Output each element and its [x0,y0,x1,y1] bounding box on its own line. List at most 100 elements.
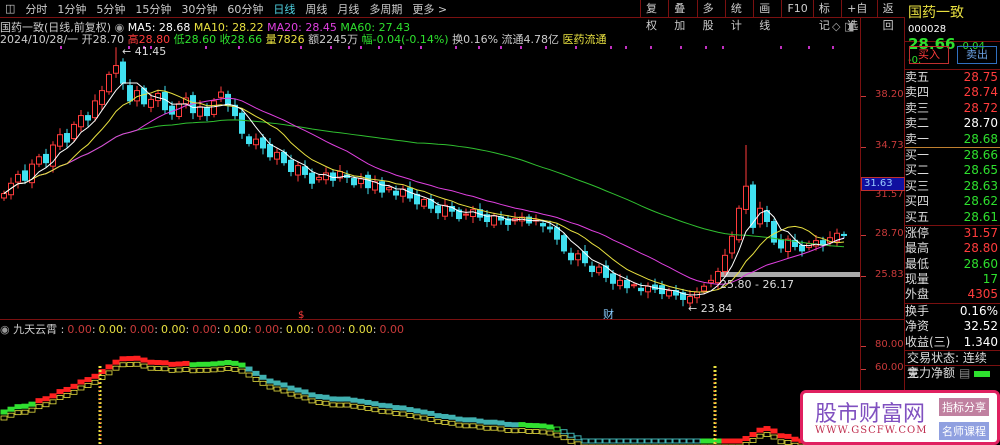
candle-body [379,181,385,193]
indicator-block [777,433,785,439]
detail-icon[interactable]: ▤ [959,366,970,380]
indicator-block [763,426,771,432]
indicator-box [420,415,428,421]
candle-body [743,185,749,210]
period-tab[interactable]: 分时 [20,1,52,17]
indicator-block [616,438,624,444]
event-mark [610,46,612,49]
quote-row: 最高 28.80 [905,241,1000,256]
toolbar-button[interactable]: 叠加 [668,0,696,32]
indicator-box [294,393,302,399]
candle-body [246,136,252,145]
quote-row: 卖五 28.75 [905,70,1000,85]
indicator-chart[interactable] [0,334,860,445]
indicator-block [770,428,778,434]
quote-row: 涨停 31.57 [905,226,1000,241]
indicator-block [686,438,694,444]
toolbar-button[interactable]: +自选 [841,0,877,32]
quote-row: 卖四 28.74 [905,85,1000,100]
indicator-box [756,433,764,439]
candlestick-chart[interactable]: ← 41.45← 23.8425.80 - 26.17财 [0,42,860,320]
indicator-box [105,370,113,376]
ma10-line [3,89,845,293]
indicator-block [791,436,799,442]
indicator-box [350,403,358,409]
indicator-box [14,410,22,416]
indicator-block [693,438,701,444]
watermark-ad[interactable]: 股市财富网 WWW.GSCFW.COM 指标分享 名师课程 [800,390,1000,445]
indicator-block [245,366,253,372]
period-tab[interactable]: 5分钟 [91,1,130,17]
candle-body [813,240,819,247]
view-icons[interactable]: ◇ ◨ [832,20,854,33]
indicator-box [154,366,162,371]
indicator-block [434,413,442,419]
candle-body [568,252,574,261]
event-mark [575,46,577,49]
candle-body [393,190,399,196]
period-tab[interactable]: 多周期 [364,1,407,17]
indicator-box [42,402,50,408]
toolbar-button[interactable]: 返回 [876,0,905,32]
indicator-block [350,397,358,403]
toolbar-button[interactable]: 画线 [753,0,781,32]
quote-row: 换手 0.16% [905,304,1000,319]
indicator-block [301,389,309,395]
indicator-block [721,438,729,444]
quote-row: 卖一 28.68 [905,132,1000,147]
tick: 34.73 [875,140,904,151]
toolbar-button[interactable]: 统计 [724,0,753,32]
event-mark [705,46,707,49]
indicator-block [322,394,330,400]
indicator-block [259,374,267,380]
candle-body [624,279,630,289]
indicator-box [301,395,309,401]
quote-label: 买二 [905,163,930,178]
indicator-block [441,413,449,419]
candle-body [421,198,427,207]
indicator-block [504,421,512,427]
candle-body [666,290,672,297]
indicator-box [70,389,78,395]
quote-value: 28.68 [963,131,998,146]
quote-value: 28.80 [963,241,998,256]
indicator-box [469,423,477,429]
indicator-box [0,415,8,421]
quote-row: 卖二 28.70 [905,116,1000,131]
period-tab[interactable]: 日线 [268,1,300,17]
menu-icon[interactable]: ◫ [0,2,20,15]
period-tab[interactable]: 周线 [300,1,332,17]
candle-body [645,285,651,293]
period-tab[interactable]: 月线 [332,1,364,17]
candle-body [176,103,182,117]
candle-body [127,85,133,102]
indicator-block [203,361,211,367]
indicator-block [308,392,316,398]
indicator-block [511,422,519,428]
toolbar-button[interactable]: 多股 [696,0,725,32]
buy-button[interactable]: 买入 [909,46,949,64]
candle-body [36,156,42,165]
quote-value: 0.16% [959,303,998,318]
period-tab[interactable]: 15分钟 [130,1,176,17]
indicator-box [266,384,274,390]
indicator-block [364,399,372,405]
indicator-block [273,380,281,386]
toolbar-button[interactable]: F10 [781,0,812,18]
period-tab[interactable]: 30分钟 [176,1,222,17]
support-band [718,272,860,277]
indicator-block [371,401,379,407]
indicator-block [560,429,568,435]
period-tab[interactable]: 更多 > [407,1,452,17]
candle-body [113,65,119,74]
indicator-box [119,362,127,368]
candle-body [470,209,476,218]
period-tab[interactable]: 60分钟 [222,1,268,17]
toolbar-button[interactable]: 复权 [640,0,668,32]
indicator-block [644,438,652,444]
event-mark [400,46,402,49]
indicator-block [182,360,190,366]
period-tab[interactable]: 1分钟 [52,1,91,17]
toolbar-button[interactable]: 标记 [812,0,841,32]
sell-button[interactable]: 卖出 [957,46,997,64]
